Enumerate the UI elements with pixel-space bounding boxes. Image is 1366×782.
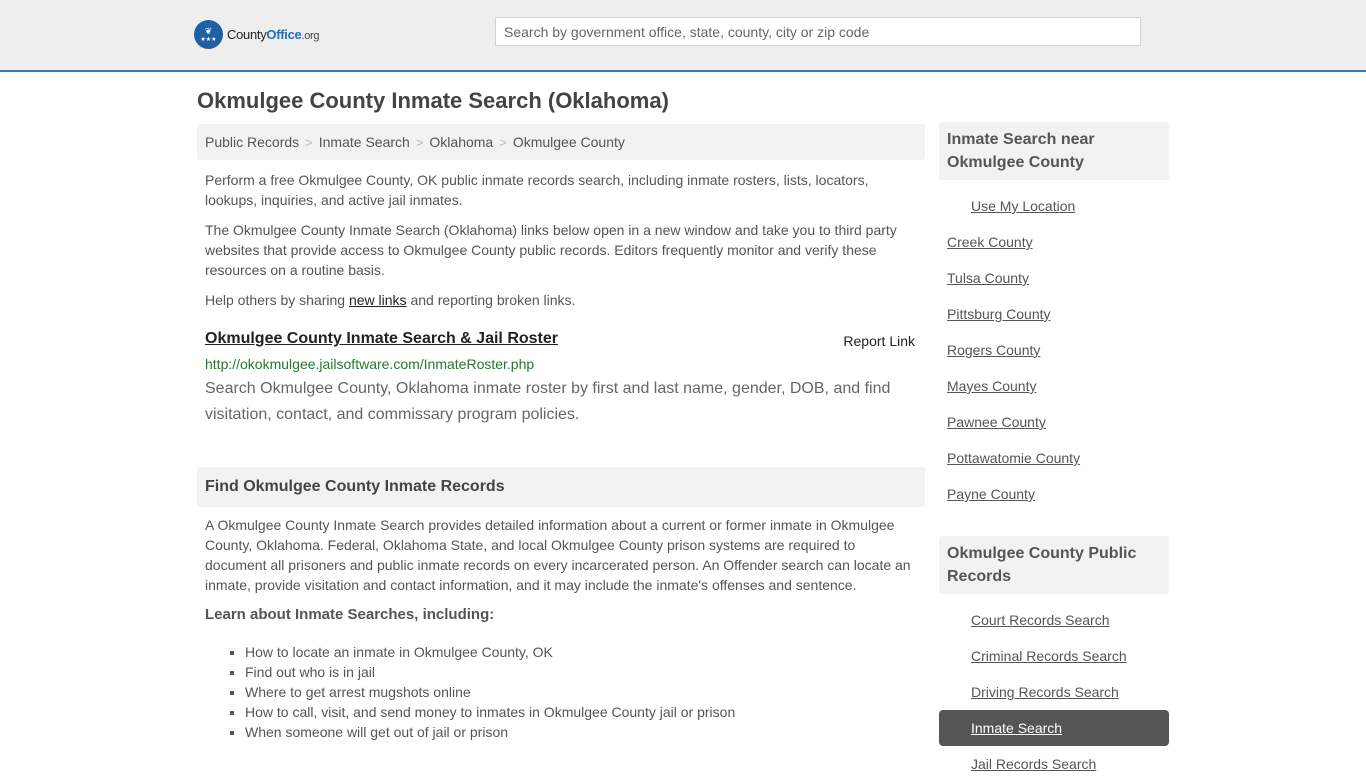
breadcrumb-inmate-search[interactable]: Inmate Search <box>319 134 410 150</box>
sidebar-item-criminal-records[interactable]: Criminal Records Search <box>971 648 1127 664</box>
result-item: Okmulgee County Inmate Search & Jail Ros… <box>205 330 915 428</box>
learn-heading: Learn about Inmate Searches, including: <box>205 606 495 623</box>
find-records-section: A Okmulgee County Inmate Search provides… <box>205 515 917 742</box>
sidebar-item-court-records[interactable]: Court Records Search <box>971 612 1110 628</box>
result-title-link[interactable]: Okmulgee County Inmate Search & Jail Ros… <box>205 330 558 347</box>
report-link-button[interactable]: Report Link <box>843 333 915 349</box>
list-item: How to call, visit, and send money to in… <box>245 702 917 722</box>
sidebar-item-inmate-search-active[interactable]: Inmate Search <box>971 720 1062 736</box>
sidebar-item-tulsa-county[interactable]: Tulsa County <box>947 270 1029 286</box>
sidebar-item-pawnee-county[interactable]: Pawnee County <box>947 414 1046 430</box>
sidebar-item-payne-county[interactable]: Payne County <box>947 486 1035 502</box>
find-records-paragraph: A Okmulgee County Inmate Search provides… <box>205 517 911 593</box>
logo-text: CountyOffice.org <box>227 27 320 42</box>
site-logo[interactable]: ❦ ★★★ CountyOffice.org <box>194 20 319 49</box>
intro-paragraph-1: Perform a free Okmulgee County, OK publi… <box>205 172 869 208</box>
sidebar-nearby-heading: Inmate Search near Okmulgee County <box>939 122 1169 180</box>
sidebar-item-pottawatomie-county[interactable]: Pottawatomie County <box>947 450 1080 466</box>
list-item: Where to get arrest mugshots online <box>245 682 917 702</box>
breadcrumb-separator: > <box>499 134 507 150</box>
intro-paragraph-3: Help others by sharing new links and rep… <box>205 292 576 308</box>
site-search-input[interactable] <box>495 17 1141 46</box>
site-header: ❦ ★★★ CountyOffice.org <box>0 0 1366 72</box>
sidebar-item-mayes-county[interactable]: Mayes County <box>947 378 1036 394</box>
breadcrumb: Public Records > Inmate Search > Oklahom… <box>197 124 925 160</box>
intro-paragraph-2: The Okmulgee County Inmate Search (Oklah… <box>205 222 897 278</box>
new-links-link[interactable]: new links <box>349 292 407 308</box>
sidebar-nearby: Inmate Search near Okmulgee County Use M… <box>939 122 1169 512</box>
sidebar-item-creek-county[interactable]: Creek County <box>947 234 1033 250</box>
use-my-location-link[interactable]: Use My Location <box>971 198 1075 214</box>
breadcrumb-public-records[interactable]: Public Records <box>205 134 299 150</box>
list-item: When someone will get out of jail or pri… <box>245 722 917 742</box>
nearby-list: Use My Location Creek County Tulsa Count… <box>939 188 1169 512</box>
result-description: Search Okmulgee County, Oklahoma inmate … <box>205 380 891 423</box>
sidebar-item-rogers-county[interactable]: Rogers County <box>947 342 1040 358</box>
sidebar-public-records-heading: Okmulgee County Public Records <box>939 536 1169 594</box>
breadcrumb-okmulgee-county[interactable]: Okmulgee County <box>513 134 625 150</box>
sidebar-item-jail-records[interactable]: Jail Records Search <box>971 756 1096 772</box>
list-item: How to locate an inmate in Okmulgee Coun… <box>245 642 917 662</box>
public-records-list: Court Records Search Criminal Records Se… <box>939 602 1169 782</box>
learn-list: How to locate an inmate in Okmulgee Coun… <box>245 642 917 742</box>
eagle-stars-logo-icon: ❦ ★★★ <box>194 20 223 49</box>
breadcrumb-separator: > <box>415 134 424 150</box>
breadcrumb-separator: > <box>305 134 313 150</box>
sidebar-item-driving-records[interactable]: Driving Records Search <box>971 684 1119 700</box>
sidebar-public-records: Okmulgee County Public Records Court Rec… <box>939 536 1169 782</box>
result-url: http://okokmulgee.jailsoftware.com/Inmat… <box>205 356 535 372</box>
intro-section: Perform a free Okmulgee County, OK publi… <box>205 170 917 320</box>
sidebar-item-pittsburg-county[interactable]: Pittsburg County <box>947 306 1051 322</box>
page-title: Okmulgee County Inmate Search (Oklahoma) <box>197 88 669 113</box>
list-item: Find out who is in jail <box>245 662 917 682</box>
find-records-heading: Find Okmulgee County Inmate Records <box>197 467 925 507</box>
breadcrumb-oklahoma[interactable]: Oklahoma <box>429 134 493 150</box>
